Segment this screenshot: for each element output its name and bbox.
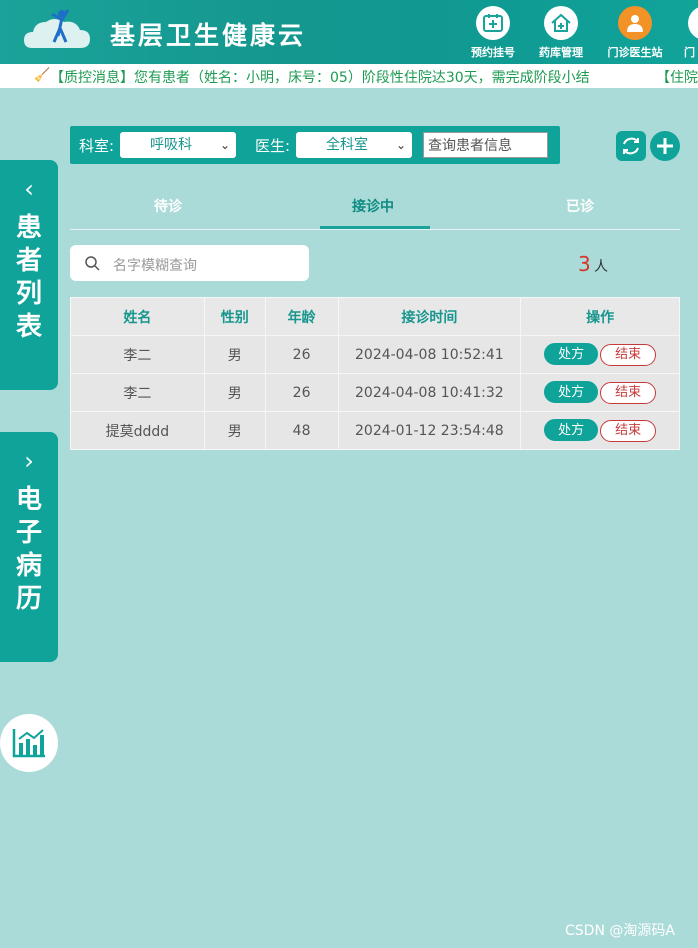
patient-count: 3 (578, 252, 591, 276)
patient-list-side-tab[interactable]: ‹ 患者列表 (0, 160, 58, 390)
cell-gender: 男 (203, 373, 266, 412)
doctor-icon (618, 6, 652, 40)
col-header-time: 接诊时间 (337, 297, 522, 336)
nav-outpatient-doctor-label: 门诊医生站 (607, 46, 663, 59)
table-header-row: 姓名 性别 年龄 接诊时间 操作 (70, 297, 680, 336)
prescription-button[interactable]: 处方 (544, 381, 599, 403)
refresh-button[interactable] (616, 131, 646, 161)
notice-marquee[interactable]: 🧹 【质控消息】您有患者（姓名：小明，床号：05）阶段性住院达30天，需完成阶段… (0, 64, 698, 88)
col-header-name: 姓名 (70, 297, 205, 336)
chevron-down-icon: ⌄ (395, 138, 406, 152)
cell-actions: 处方 结束 (520, 411, 680, 450)
app-title: 基层卫生健康云 (110, 21, 307, 50)
nav-appointment-label: 预约挂号 (471, 46, 515, 59)
cell-time: 2024-04-08 10:41:32 (337, 373, 522, 412)
chevron-down-icon: ⌄ (219, 138, 230, 152)
end-button[interactable]: 结束 (600, 382, 657, 404)
status-tabs: 待诊 接诊中 已诊 (70, 186, 680, 230)
bar-chart-icon (12, 729, 45, 758)
col-header-gender: 性别 (203, 297, 266, 336)
cell-age: 48 (264, 411, 339, 450)
doctor-select[interactable]: 全科室 ⌄ (296, 132, 412, 158)
nav-pharmacy[interactable]: 药库管理 (530, 6, 592, 62)
emr-side-tab[interactable]: › 电子病历 (0, 432, 58, 662)
table-row[interactable]: 李二 男 26 2024-04-08 10:52:41 处方 结束 (70, 335, 680, 374)
patient-table: 姓名 性别 年龄 接诊时间 操作 李二 男 26 2024-04-08 10:5… (70, 297, 680, 450)
nav-pharmacy-label: 药库管理 (539, 46, 583, 59)
doctor-select-value: 全科室 (326, 137, 368, 153)
statistics-button[interactable] (0, 714, 58, 772)
col-header-actions: 操作 (520, 297, 680, 336)
search-placeholder: 名字模糊查询 (113, 258, 197, 274)
cell-time: 2024-01-12 23:54:48 (337, 411, 522, 450)
patient-count-unit: 人 (594, 259, 608, 275)
nav-clinic-label: 门 (684, 46, 695, 59)
dept-select[interactable]: 呼吸科 ⌄ (120, 132, 236, 158)
end-button[interactable]: 结束 (600, 344, 657, 366)
table-row[interactable]: 李二 男 26 2024-04-08 10:41:32 处方 结束 (70, 373, 680, 412)
cell-name: 李二 (70, 335, 205, 374)
nav-appointment[interactable]: 预约挂号 (462, 6, 524, 62)
cell-actions: 处方 结束 (520, 373, 680, 412)
watermark: CSDN @淘源码A (565, 923, 675, 939)
clinic-icon (688, 6, 698, 40)
cell-name: 李二 (70, 373, 205, 412)
tab-waiting[interactable]: 待诊 (154, 196, 182, 216)
dept-select-value: 呼吸科 (150, 137, 192, 153)
app-header: 基层卫生健康云 预约挂号 药库管理 门诊医生站 门 (0, 0, 698, 64)
cell-actions: 处方 结束 (520, 335, 680, 374)
broom-icon: 🧹 (34, 68, 51, 83)
tab-in-consultation[interactable]: 接诊中 (352, 196, 394, 216)
search-icon (85, 256, 100, 271)
tab-done[interactable]: 已诊 (566, 196, 594, 216)
active-tab-indicator (320, 226, 430, 229)
filter-bar: 科室: 呼吸科 ⌄ 医生: 全科室 ⌄ 查询患者信息 (70, 126, 560, 164)
doctor-label: 医生: (255, 137, 291, 155)
pharmacy-house-icon (544, 6, 578, 40)
table-row[interactable]: 提莫dddd 男 48 2024-01-12 23:54:48 处方 结束 (70, 411, 680, 450)
cell-age: 26 (264, 335, 339, 374)
marquee-text-next: 【住院 (656, 70, 698, 86)
chevron-right-icon: › (24, 447, 34, 475)
patient-list-label: 患者列表 (15, 213, 42, 342)
add-button[interactable] (650, 131, 680, 161)
cell-name: 提莫dddd (70, 411, 205, 450)
marquee-text: 【质控消息】您有患者（姓名：小明，床号：05）阶段性住院达30天，需完成阶段小结 (50, 70, 590, 86)
prescription-button[interactable]: 处方 (544, 419, 599, 441)
emr-label: 电子病历 (15, 485, 42, 614)
prescription-button[interactable]: 处方 (544, 343, 599, 365)
cloud-logo-icon (24, 9, 90, 48)
cell-time: 2024-04-08 10:52:41 (337, 335, 522, 374)
appointment-icon (476, 6, 510, 40)
chevron-left-icon: ‹ (24, 175, 34, 203)
nav-outpatient-doctor[interactable]: 门诊医生站 (604, 6, 666, 62)
nav-clinic[interactable]: 门 (672, 6, 698, 62)
cell-gender: 男 (203, 335, 266, 374)
end-button[interactable]: 结束 (600, 420, 657, 442)
name-search-input[interactable]: 名字模糊查询 (70, 245, 309, 281)
patient-search-input[interactable]: 查询患者信息 (423, 132, 548, 158)
dept-label: 科室: (79, 137, 115, 155)
cell-gender: 男 (203, 411, 266, 450)
col-header-age: 年龄 (264, 297, 339, 336)
cell-age: 26 (264, 373, 339, 412)
